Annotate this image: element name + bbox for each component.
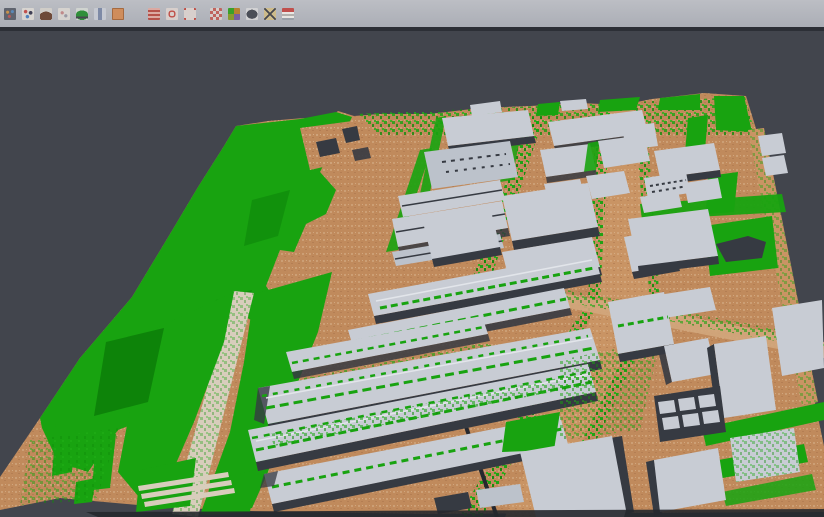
- report-layers-icon: [282, 8, 294, 20]
- shed-roof: [658, 400, 676, 414]
- bldg-roof: [664, 338, 716, 382]
- classify-rows-icon: [148, 8, 160, 20]
- point-cloud-scene: [0, 31, 824, 517]
- grid-select-button[interactable]: [208, 6, 224, 22]
- bldg-roof: [762, 155, 788, 176]
- globe-button[interactable]: [128, 6, 144, 22]
- bldg-roof: [628, 209, 718, 266]
- bldg-roof: [622, 123, 658, 150]
- ortho-image-button[interactable]: [110, 6, 126, 22]
- shed-roof: [682, 413, 700, 427]
- crop-corners-button[interactable]: [182, 6, 198, 22]
- hillshade-model-button[interactable]: [244, 6, 260, 22]
- grid-select-icon: [210, 8, 222, 20]
- hillshade-model-icon: [246, 8, 258, 20]
- dtm-surface-button[interactable]: [74, 6, 90, 22]
- app-window: { "window": {"background": "#42454d", "t…: [0, 0, 824, 517]
- terrain-brown-button[interactable]: [38, 6, 54, 22]
- measure-cross-icon: [264, 8, 276, 20]
- circle-select-button[interactable]: [164, 6, 180, 22]
- small-roof: [560, 99, 588, 111]
- bldg-roof: [758, 133, 786, 156]
- profile-column-icon: [94, 8, 106, 20]
- pick-point-icon: [22, 8, 34, 20]
- veg-clump: [536, 102, 560, 116]
- sparse-points-button[interactable]: [56, 6, 72, 22]
- pick-point-button[interactable]: [20, 6, 36, 22]
- crop-corners-icon: [184, 8, 196, 20]
- shed-roof: [662, 416, 680, 430]
- ortho-image-icon: [112, 8, 124, 20]
- select-points-button[interactable]: [2, 6, 18, 22]
- select-points-icon: [4, 8, 16, 20]
- report-layers-button[interactable]: [280, 6, 296, 22]
- circle-select-icon: [166, 8, 178, 20]
- classify-rows-button[interactable]: [146, 6, 162, 22]
- classification-palette-icon: [228, 8, 240, 20]
- shed-roof: [678, 397, 696, 411]
- shed-roof: [702, 410, 720, 424]
- classification-palette-button[interactable]: [226, 6, 242, 22]
- globe-icon: [130, 8, 142, 20]
- shed-roof: [698, 394, 716, 408]
- viewport-3d[interactable]: [0, 31, 824, 517]
- toolbar: [0, 0, 824, 27]
- bldg-roof: [714, 336, 776, 418]
- profile-column-button[interactable]: [92, 6, 108, 22]
- measure-cross-button[interactable]: [262, 6, 278, 22]
- terrain-brown-icon: [40, 8, 52, 20]
- veg-clump: [658, 94, 700, 110]
- dtm-surface-icon: [76, 8, 88, 20]
- sparse-points-icon: [58, 8, 70, 20]
- veg-clump: [598, 97, 640, 112]
